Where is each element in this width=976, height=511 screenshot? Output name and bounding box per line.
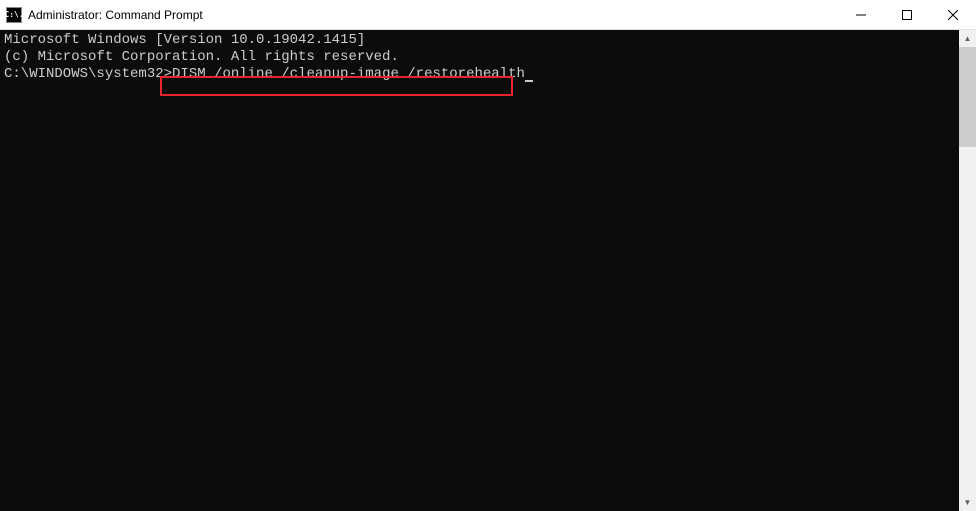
- terminal-area: Microsoft Windows [Version 10.0.19042.14…: [0, 30, 976, 511]
- titlebar[interactable]: C:\. Administrator: Command Prompt: [0, 0, 976, 30]
- terminal-prompt-line: C:\WINDOWS\system32>DISM /online /cleanu…: [4, 66, 955, 83]
- window-controls: [838, 0, 976, 29]
- scrollbar-down-arrow-icon[interactable]: ▼: [959, 494, 976, 511]
- titlebar-text: Administrator: Command Prompt: [28, 8, 838, 22]
- cmd-icon: C:\.: [6, 7, 22, 23]
- terminal-prompt: C:\WINDOWS\system32>: [4, 66, 172, 82]
- terminal-line: Microsoft Windows [Version 10.0.19042.14…: [4, 32, 955, 49]
- cursor: [525, 80, 533, 82]
- minimize-button[interactable]: [838, 0, 884, 29]
- terminal-content[interactable]: Microsoft Windows [Version 10.0.19042.14…: [0, 30, 959, 511]
- vertical-scrollbar[interactable]: ▲ ▼: [959, 30, 976, 511]
- terminal-command: DISM /online /cleanup-image /restoreheal…: [172, 66, 525, 82]
- scrollbar-up-arrow-icon[interactable]: ▲: [959, 30, 976, 47]
- terminal-line: (c) Microsoft Corporation. All rights re…: [4, 49, 955, 66]
- maximize-button[interactable]: [884, 0, 930, 29]
- scrollbar-thumb[interactable]: [959, 47, 976, 147]
- close-button[interactable]: [930, 0, 976, 29]
